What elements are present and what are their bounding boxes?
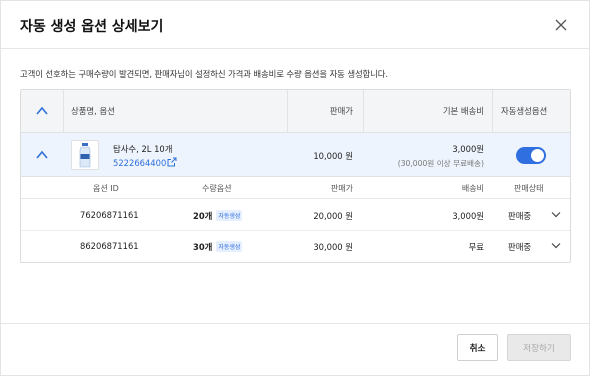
product-shipping: 3,000원 — [452, 144, 484, 154]
sale-status-value: 판매중 — [508, 211, 532, 221]
option-price: 30,000 원 — [313, 242, 353, 252]
product-price: 10,000 원 — [313, 151, 353, 161]
option-id: 76206871161 — [80, 210, 139, 220]
product-name: 탐사수, 2L 10개 — [113, 144, 173, 154]
subheader-shipping: 배송비 — [461, 184, 484, 193]
quantity-value: 20개 — [193, 211, 213, 221]
footer-divider — [1, 323, 589, 324]
column-divider — [363, 90, 364, 133]
quantity-option: 30개 자동생성 — [193, 241, 243, 253]
save-button[interactable]: 저장하기 — [507, 334, 571, 361]
option-row: 76206871161 20개 자동생성 20,000 원 3,000원 판매중 — [21, 200, 570, 231]
modal-description: 고객이 선호하는 구매수량이 발견되면, 판매자님이 설정하신 가격과 배송비로… — [20, 69, 388, 79]
header-auto-option: 자동생성옵션 — [501, 106, 548, 116]
option-id: 86206871161 — [80, 241, 139, 251]
option-shipping: 3,000원 — [452, 211, 484, 221]
free-shipping-note: (30,000원 이상 무료배송) — [397, 159, 484, 168]
close-icon[interactable] — [553, 17, 569, 33]
auto-option-table: 상품명, 옵션 판매가 기본 배송비 자동생성옵션 탐사수, 2L 10개 52… — [20, 89, 571, 263]
subheader-quantity-option: 수량옵션 — [202, 184, 232, 193]
auto-generate-toggle[interactable] — [516, 147, 546, 164]
option-shipping: 무료 — [468, 242, 484, 252]
toggle-knob — [531, 149, 544, 162]
quantity-value: 30개 — [193, 242, 213, 252]
chevron-down-icon — [551, 212, 561, 218]
subheader-price: 판매가 — [330, 184, 353, 193]
subheader-status: 판매상태 — [514, 184, 544, 193]
cancel-button[interactable]: 취소 — [457, 334, 498, 361]
option-price: 20,000 원 — [313, 211, 353, 221]
option-row: 86206871161 30개 자동생성 30,000 원 무료 판매중 — [21, 231, 570, 262]
header-product: 상품명, 옵션 — [71, 106, 115, 116]
product-row: 탐사수, 2L 10개 5222664400 10,000 원 3,000원 (… — [21, 133, 570, 177]
sale-status-select[interactable]: 판매중 — [508, 237, 562, 255]
chevron-down-icon — [551, 243, 561, 249]
auto-option-detail-modal: 자동 생성 옵션 상세보기 고객이 선호하는 구매수량이 발견되면, 판매자님이… — [0, 0, 590, 376]
auto-generated-badge: 자동생성 — [216, 241, 243, 252]
option-subheader: 옵션 ID 수량옵션 판매가 배송비 판매상태 — [21, 177, 570, 199]
product-thumbnail — [71, 140, 99, 170]
chevron-up-icon[interactable] — [36, 150, 48, 162]
subheader-option-id: 옵션 ID — [93, 184, 119, 193]
header-shipping: 기본 배송비 — [442, 106, 484, 116]
modal-header: 자동 생성 옵션 상세보기 — [1, 1, 589, 49]
column-divider — [287, 90, 288, 133]
auto-generated-badge: 자동생성 — [216, 210, 243, 221]
sale-status-value: 판매중 — [508, 242, 532, 252]
column-divider — [63, 90, 64, 133]
quantity-option: 20개 자동생성 — [193, 210, 243, 222]
external-link-icon[interactable] — [167, 157, 177, 167]
header-price: 판매가 — [329, 106, 353, 116]
product-id-link[interactable]: 5222664400 — [113, 158, 166, 168]
column-divider — [492, 90, 493, 133]
modal-title: 자동 생성 옵션 상세보기 — [20, 19, 164, 35]
collapse-all-chevron-up-icon[interactable] — [36, 106, 48, 118]
sale-status-select[interactable]: 판매중 — [508, 206, 562, 224]
table-header: 상품명, 옵션 판매가 기본 배송비 자동생성옵션 — [21, 90, 570, 133]
